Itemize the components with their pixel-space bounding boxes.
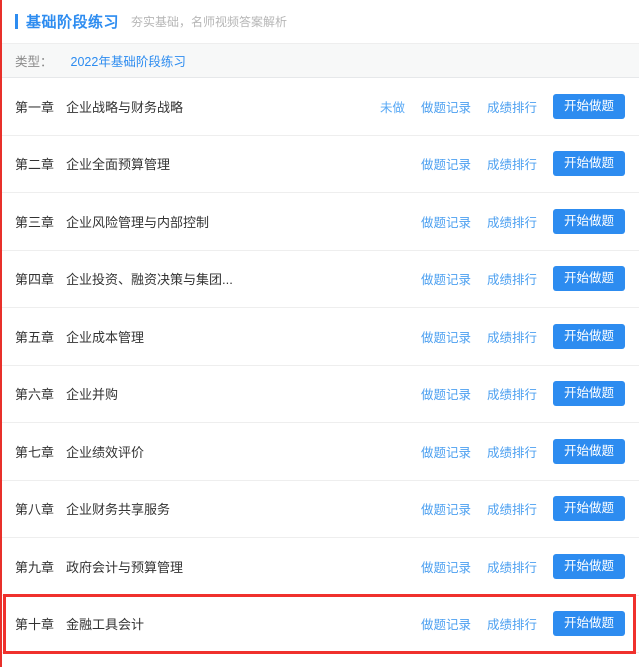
score-ranking-link[interactable]: 成绩排行: [487, 499, 537, 518]
start-practice-button[interactable]: 开始做题: [552, 93, 625, 119]
start-practice-button[interactable]: 开始做题: [552, 208, 625, 234]
chapter-row[interactable]: 第三章 企业风险管理与内部控制 做题记录 成绩排行 开始做题: [0, 193, 639, 251]
chapter-row-actions: 做题记录 成绩排行 开始做题: [421, 611, 625, 637]
practice-record-link[interactable]: 做题记录: [421, 327, 471, 346]
practice-record-link[interactable]: 做题记录: [421, 442, 471, 461]
score-ranking-link[interactable]: 成绩排行: [487, 384, 537, 403]
chapter-row[interactable]: 第五章 企业成本管理 做题记录 成绩排行 开始做题: [0, 308, 639, 366]
chapter-row[interactable]: 第一章 企业战略与财务战略 未做 做题记录 成绩排行 开始做题: [0, 78, 639, 136]
chapter-row-actions: 做题记录 成绩排行 开始做题: [421, 266, 625, 292]
chapter-title: 金融工具会计: [66, 617, 145, 633]
practice-record-link[interactable]: 做题记录: [421, 97, 471, 116]
type-filter-option-selected[interactable]: 2022年基础阶段练习: [71, 51, 186, 70]
chapter-title: 企业全面预算管理: [66, 157, 171, 173]
chapter-row-actions: 未做 做题记录 成绩排行 开始做题: [379, 93, 625, 119]
type-filter-label: 类型：: [15, 55, 53, 69]
start-practice-button[interactable]: 开始做题: [552, 266, 625, 292]
chapter-list: 第一章 企业战略与财务战略 未做 做题记录 成绩排行 开始做题 第二章 企业全面预算管理 做题记…: [0, 78, 639, 653]
chapter-number: 第二章: [15, 157, 55, 173]
chapter-number: 第一章: [15, 99, 55, 115]
score-ranking-link[interactable]: 成绩排行: [487, 614, 537, 633]
chapter-number: 第三章: [15, 214, 55, 230]
chapter-row-actions: 做题记录 成绩排行 开始做题: [421, 438, 625, 464]
chapter-row[interactable]: 第九章 政府会计与预算管理 做题记录 成绩排行 开始做题: [0, 538, 639, 596]
chapter-number: 第六章: [15, 387, 55, 403]
start-practice-button[interactable]: 开始做题: [552, 323, 625, 349]
page-header: 基础阶段练习 夯实基础，名师视频答案解析: [0, 0, 639, 44]
chapter-number: 第八章: [15, 502, 55, 518]
practice-record-link[interactable]: 做题记录: [421, 384, 471, 403]
chapter-title: 企业战略与财务战略: [66, 99, 184, 115]
chapter-title: 政府会计与预算管理: [66, 559, 184, 575]
score-ranking-link[interactable]: 成绩排行: [487, 327, 537, 346]
left-edge-annotation-line: [0, 0, 2, 667]
chapter-row-actions: 做题记录 成绩排行 开始做题: [421, 553, 625, 579]
chapter-row[interactable]: 第八章 企业财务共享服务 做题记录 成绩排行 开始做题: [0, 480, 639, 538]
type-filter-bar: 类型： 2022年基础阶段练习: [0, 44, 639, 78]
start-practice-button[interactable]: 开始做题: [552, 553, 625, 579]
practice-record-link[interactable]: 做题记录: [421, 557, 471, 576]
chapter-number: 第九章: [15, 559, 55, 575]
chapter-title: 企业绩效评价: [66, 444, 145, 460]
score-ranking-link[interactable]: 成绩排行: [487, 212, 537, 231]
score-ranking-link[interactable]: 成绩排行: [487, 442, 537, 461]
practice-record-link[interactable]: 做题记录: [421, 614, 471, 633]
chapter-number: 第四章: [15, 272, 55, 288]
chapter-status-badge: 未做: [379, 100, 405, 115]
start-practice-button[interactable]: 开始做题: [552, 611, 625, 637]
chapter-row[interactable]: 第四章 企业投资、融资决策与集团... 做题记录 成绩排行 开始做题: [0, 250, 639, 308]
chapter-title: 企业并购: [66, 387, 119, 403]
start-practice-button[interactable]: 开始做题: [552, 151, 625, 177]
practice-record-link[interactable]: 做题记录: [421, 154, 471, 173]
start-practice-button[interactable]: 开始做题: [552, 381, 625, 407]
page-subtitle: 夯实基础，名师视频答案解析: [131, 15, 288, 29]
chapter-title: 企业财务共享服务: [66, 502, 171, 518]
chapter-title: 企业风险管理与内部控制: [66, 214, 210, 230]
title-accent-bar: [15, 14, 18, 29]
score-ranking-link[interactable]: 成绩排行: [487, 154, 537, 173]
score-ranking-link[interactable]: 成绩排行: [487, 97, 537, 116]
practice-record-link[interactable]: 做题记录: [421, 499, 471, 518]
chapter-row-actions: 做题记录 成绩排行 开始做题: [421, 323, 625, 349]
practice-page: 基础阶段练习 夯实基础，名师视频答案解析 类型： 2022年基础阶段练习 第一章…: [0, 0, 639, 667]
start-practice-button[interactable]: 开始做题: [552, 496, 625, 522]
chapter-row-highlighted[interactable]: 第十章 金融工具会计 做题记录 成绩排行 开始做题: [0, 595, 639, 653]
score-ranking-link[interactable]: 成绩排行: [487, 557, 537, 576]
start-practice-button[interactable]: 开始做题: [552, 438, 625, 464]
chapter-row[interactable]: 第六章 企业并购 做题记录 成绩排行 开始做题: [0, 365, 639, 423]
page-title: 基础阶段练习: [26, 14, 120, 31]
chapter-number: 第十章: [15, 617, 55, 633]
chapter-title: 企业成本管理: [66, 329, 145, 345]
practice-record-link[interactable]: 做题记录: [421, 212, 471, 231]
chapter-row-actions: 做题记录 成绩排行 开始做题: [421, 208, 625, 234]
chapter-row[interactable]: 第二章 企业全面预算管理 做题记录 成绩排行 开始做题: [0, 135, 639, 193]
chapter-row-actions: 做题记录 成绩排行 开始做题: [421, 151, 625, 177]
chapter-title: 企业投资、融资决策与集团...: [66, 272, 233, 288]
chapter-row-actions: 做题记录 成绩排行 开始做题: [421, 381, 625, 407]
chapter-number: 第五章: [15, 329, 55, 345]
practice-record-link[interactable]: 做题记录: [421, 269, 471, 288]
chapter-row-actions: 做题记录 成绩排行 开始做题: [421, 496, 625, 522]
chapter-row[interactable]: 第七章 企业绩效评价 做题记录 成绩排行 开始做题: [0, 423, 639, 481]
chapter-number: 第七章: [15, 444, 55, 460]
score-ranking-link[interactable]: 成绩排行: [487, 269, 537, 288]
